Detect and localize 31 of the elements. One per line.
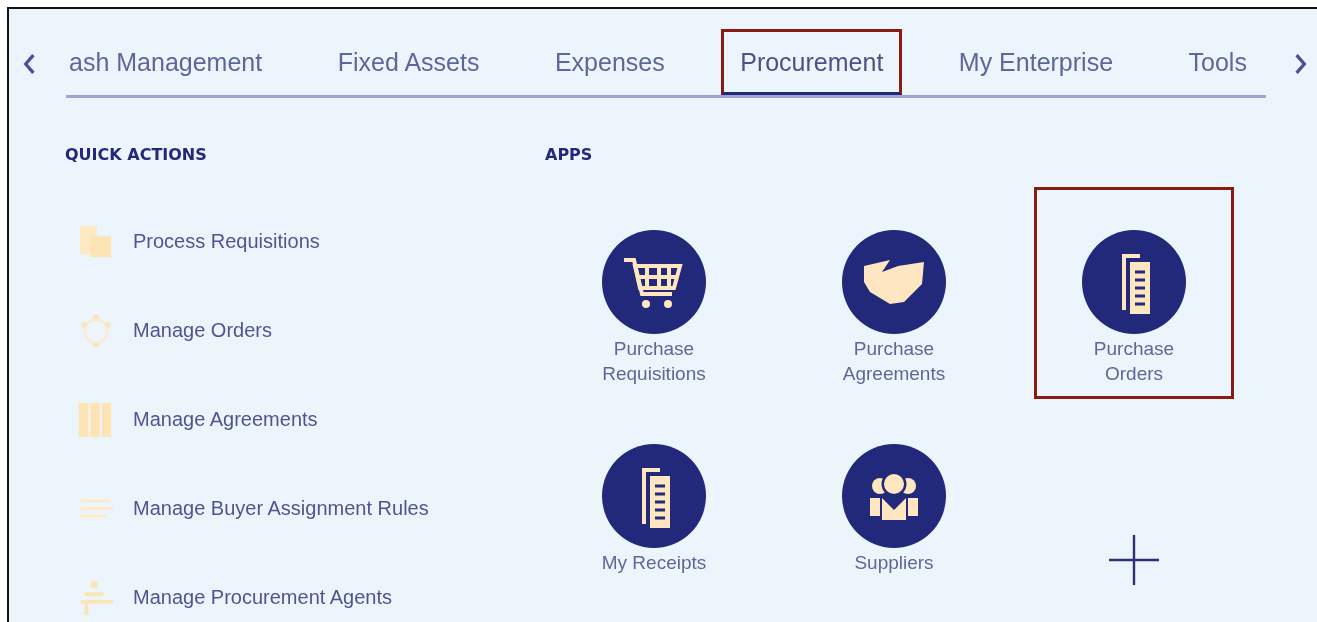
tab[interactable]: Fixed Assets: [318, 29, 499, 95]
chevron-left-icon[interactable]: [22, 53, 36, 75]
app-label: My Receipts: [600, 551, 708, 575]
quick-action-link[interactable]: Manage Agreements: [133, 408, 318, 431]
chevron-right-icon[interactable]: [1294, 53, 1308, 75]
handshake-icon: [842, 230, 946, 334]
section-heading: QUICK ACTIONS: [65, 145, 208, 166]
quick-action-link[interactable]: Manage Orders: [133, 319, 272, 342]
app-label: Purchase Agreements: [841, 337, 947, 386]
app-tile[interactable]: My Receipts: [554, 429, 754, 589]
quick-action-link[interactable]: Process Requisitions: [133, 230, 320, 253]
quick-action-link[interactable]: Manage Procurement Agents: [133, 586, 393, 609]
app-tile[interactable]: Purchase Requisitions: [554, 187, 754, 399]
document-icon: [602, 444, 706, 548]
people-icon: [842, 444, 946, 548]
plus-icon: [1107, 534, 1161, 586]
tab[interactable]: My Enterprise: [939, 29, 1133, 95]
document-icon: [1082, 230, 1186, 334]
section-heading: APPS: [545, 145, 594, 166]
app-tile[interactable]: Suppliers: [794, 429, 994, 589]
cart-icon: [602, 230, 706, 334]
app-label: Purchase Requisitions: [601, 337, 707, 386]
quick-action-link[interactable]: Manage Buyer Assignment Rules: [133, 497, 429, 520]
app-tile[interactable]: Purchase Agreements: [794, 187, 994, 399]
app-label: Suppliers: [853, 551, 935, 575]
tab[interactable]: ash Management: [66, 29, 282, 95]
tab[interactable]: Tools: [1169, 29, 1266, 95]
tab[interactable]: Expenses: [535, 29, 684, 95]
app-label: Purchase Orders: [1092, 337, 1176, 386]
app-tile[interactable]: Purchase Orders: [1034, 187, 1234, 399]
tab[interactable]: Procurement: [721, 29, 903, 95]
